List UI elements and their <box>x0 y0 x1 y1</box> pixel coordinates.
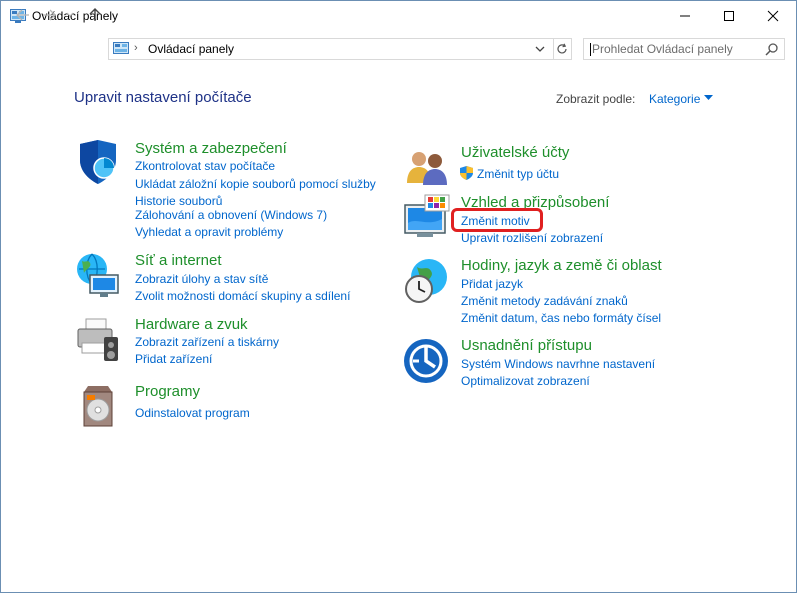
refresh-button[interactable] <box>552 38 572 60</box>
back-button[interactable] <box>13 6 33 24</box>
category-title[interactable]: Usnadnění přístupu <box>461 337 592 354</box>
address-dropdown-icon[interactable] <box>535 43 545 55</box>
link-add-device[interactable]: Přidat zařízení <box>135 352 212 366</box>
link-check-computer-status[interactable]: Zkontrolovat stav počítače <box>135 159 275 173</box>
category-ease-of-access: Usnadnění přístupu Systém Windows navrhn… <box>403 337 723 391</box>
category-network-internet: Síť a internet Zobrazit úlohy a stav sít… <box>74 251 394 305</box>
category-title[interactable]: Hodiny, jazyk a země či oblast <box>461 257 662 274</box>
page-title: Upravit nastavení počítače <box>74 89 252 106</box>
clock-globe-icon[interactable] <box>403 257 451 305</box>
link-windows-suggest-settings[interactable]: Systém Windows navrhne nastavení <box>461 357 655 371</box>
link-file-history[interactable]: Ukládat záložní kopie souborů pomocí slu… <box>135 176 385 210</box>
breadcrumb[interactable]: Ovládací panely <box>148 42 234 56</box>
category-user-accounts: Uživatelské účty Změnit typ účtu <box>403 143 723 185</box>
link-optimize-display[interactable]: Optimalizovat zobrazení <box>461 374 590 388</box>
category-title[interactable]: Programy <box>135 383 200 400</box>
category-system-security: Systém a zabezpečení Zkontrolovat stav p… <box>74 138 394 248</box>
link-change-account-type[interactable]: Změnit typ účtu <box>477 167 559 181</box>
link-add-language[interactable]: Přidat jazyk <box>461 277 523 291</box>
link-backup-restore[interactable]: Zálohování a obnovení (Windows 7) <box>135 208 327 222</box>
chevron-down-icon <box>66 12 74 17</box>
close-icon <box>767 10 779 22</box>
view-by-dropdown[interactable]: Kategorie <box>649 92 700 106</box>
arrow-right-icon <box>43 9 56 21</box>
view-by-caret-icon[interactable] <box>704 95 713 101</box>
close-button[interactable] <box>750 1 796 31</box>
link-devices-printers[interactable]: Zobrazit zařízení a tiskárny <box>135 335 279 349</box>
search-input[interactable] <box>584 39 759 59</box>
arrow-up-icon <box>89 8 101 21</box>
control-panel-window: Ovládací panely › Ovládací panely Prohle… <box>0 0 797 593</box>
category-title[interactable]: Hardware a zvuk <box>135 316 248 333</box>
accessibility-icon[interactable] <box>403 337 451 385</box>
category-programs: Programy Odinstalovat program <box>74 382 394 428</box>
network-globe-icon[interactable] <box>74 251 122 299</box>
recent-locations-button[interactable] <box>63 6 77 24</box>
search-icon[interactable] <box>765 42 779 56</box>
link-adjust-resolution[interactable]: Upravit rozlišení zobrazení <box>461 231 603 245</box>
printer-speaker-icon[interactable] <box>74 315 122 363</box>
minimize-button[interactable] <box>662 1 708 31</box>
link-input-methods[interactable]: Změnit metody zadávání znaků <box>461 294 628 308</box>
link-homegroup-sharing[interactable]: Zvolit možnosti domácí skupiny a sdílení <box>135 289 350 303</box>
up-button[interactable] <box>85 6 105 24</box>
programs-disc-icon[interactable] <box>74 382 122 430</box>
link-network-status[interactable]: Zobrazit úlohy a stav sítě <box>135 272 268 286</box>
link-uninstall-program[interactable]: Odinstalovat program <box>135 406 250 420</box>
forward-button[interactable] <box>39 6 59 24</box>
uac-shield-icon <box>460 166 473 180</box>
maximize-button[interactable] <box>706 1 752 31</box>
text-caret <box>590 43 591 56</box>
category-hardware-sound: Hardware a zvuk Zobrazit zařízení a tisk… <box>74 315 394 369</box>
link-date-time-formats[interactable]: Změnit datum, čas nebo formáty čísel <box>461 311 661 325</box>
refresh-icon <box>556 43 567 54</box>
search-box[interactable] <box>583 38 785 60</box>
monitor-palette-icon[interactable] <box>403 193 451 241</box>
maximize-icon <box>724 11 734 21</box>
users-icon[interactable] <box>403 145 451 193</box>
title-bar[interactable]: Ovládací panely <box>1 1 796 31</box>
breadcrumb-separator[interactable]: › <box>134 42 138 54</box>
category-clock-language-region: Hodiny, jazyk a země či oblast Přidat ja… <box>403 257 723 329</box>
category-title[interactable]: Uživatelské účty <box>461 144 569 161</box>
arrow-left-icon <box>16 9 29 21</box>
view-by-label: Zobrazit podle: <box>556 92 636 106</box>
control-panel-address-icon <box>113 42 129 54</box>
category-title[interactable]: Síť a internet <box>135 252 222 269</box>
category-title[interactable]: Systém a zabezpečení <box>135 140 287 157</box>
address-bar[interactable]: › Ovládací panely <box>108 38 554 60</box>
minimize-icon <box>680 15 690 17</box>
shield-icon[interactable] <box>74 138 122 186</box>
highlight-annotation <box>451 208 543 232</box>
link-troubleshoot[interactable]: Vyhledat a opravit problémy <box>135 225 283 239</box>
